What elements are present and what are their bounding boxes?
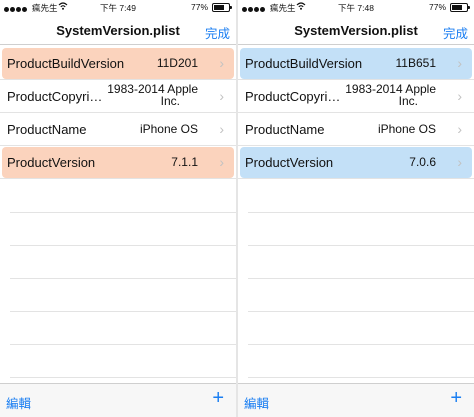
row-value-line1: 1983-2014 Apple	[107, 82, 198, 96]
empty-row-separator	[10, 311, 236, 312]
row-value: iPhone OS	[139, 122, 198, 136]
table-row[interactable]: ProductName iPhone OS ›	[238, 113, 474, 146]
empty-row-separator	[248, 344, 474, 345]
plus-icon[interactable]: +	[212, 388, 224, 408]
row-value: 11B651	[395, 56, 436, 70]
edit-button[interactable]: 編輯	[6, 393, 31, 412]
empty-row-separator	[10, 278, 236, 279]
empty-row-separator	[10, 212, 236, 213]
status-bar: 瘋先生 下午 7:48 77%	[238, 0, 474, 16]
plist-table: ProductBuildVersion 11B651 › ProductCopy…	[238, 47, 474, 179]
empty-row-separator	[10, 344, 236, 345]
bottom-toolbar: 編輯 +	[0, 383, 236, 417]
table-row[interactable]: ProductBuildVersion 11B651 ›	[238, 47, 474, 80]
status-bar: 瘋先生 下午 7:49 77%	[0, 0, 236, 16]
battery-percent: 77%	[190, 2, 208, 12]
empty-row-separator	[10, 245, 236, 246]
plist-table: ProductBuildVersion 11D201 › ProductCopy…	[0, 47, 236, 179]
row-value-line1: 1983-2014 Apple	[345, 82, 436, 96]
comparison-screenshot: 瘋先生 下午 7:49 77% SystemVersion.plist 完成 P…	[0, 0, 474, 417]
chevron-right-icon: ›	[457, 154, 462, 170]
edit-button[interactable]: 編輯	[244, 393, 269, 412]
empty-row-separator	[248, 212, 474, 213]
row-key: ProductName	[7, 122, 87, 137]
battery-percent: 77%	[428, 2, 446, 12]
row-key: ProductVersion	[7, 155, 96, 170]
navigation-bar: SystemVersion.plist 完成	[0, 16, 236, 45]
battery-icon	[450, 3, 470, 12]
chevron-right-icon: ›	[219, 88, 224, 104]
chevron-right-icon: ›	[457, 88, 462, 104]
row-key: ProductName	[245, 122, 325, 137]
left-phone-screen: 瘋先生 下午 7:49 77% SystemVersion.plist 完成 P…	[0, 0, 236, 417]
done-button[interactable]: 完成	[205, 23, 230, 42]
row-key: ProductBuildVersion	[245, 56, 363, 71]
bottom-toolbar: 編輯 +	[238, 383, 474, 417]
row-value: 1983-2014 Apple Inc.	[107, 83, 198, 107]
chevron-right-icon: ›	[219, 55, 224, 71]
chevron-right-icon: ›	[219, 154, 224, 170]
right-phone-screen: 瘋先生 下午 7:48 77% SystemVersion.plist 完成 P…	[238, 0, 474, 417]
row-key: ProductCopyri…	[7, 89, 103, 104]
row-value: 1983-2014 Apple Inc.	[345, 83, 436, 107]
empty-row-separator	[248, 377, 474, 378]
empty-row-separator	[248, 278, 474, 279]
row-value: 7.0.6	[409, 155, 436, 169]
plus-icon[interactable]: +	[450, 388, 462, 408]
row-key: ProductVersion	[245, 155, 334, 170]
chevron-right-icon: ›	[457, 55, 462, 71]
table-row[interactable]: ProductVersion 7.1.1 ›	[0, 146, 236, 179]
chevron-right-icon: ›	[457, 121, 462, 137]
row-value: 7.1.1	[171, 155, 198, 169]
table-row[interactable]: ProductBuildVersion 11D201 ›	[0, 47, 236, 80]
table-row[interactable]: ProductVersion 7.0.6 ›	[238, 146, 474, 179]
row-key: ProductCopyri…	[245, 89, 341, 104]
row-value-line2: Inc.	[398, 94, 418, 108]
chevron-right-icon: ›	[219, 121, 224, 137]
page-title: SystemVersion.plist	[294, 23, 418, 38]
battery-icon	[212, 3, 232, 12]
done-button[interactable]: 完成	[443, 23, 468, 42]
row-value: iPhone OS	[377, 122, 436, 136]
navigation-bar: SystemVersion.plist 完成	[238, 16, 474, 45]
page-title: SystemVersion.plist	[56, 23, 180, 38]
empty-row-separator	[248, 245, 474, 246]
row-key: ProductBuildVersion	[7, 56, 125, 71]
table-row[interactable]: ProductName iPhone OS ›	[0, 113, 236, 146]
row-value: 11D201	[156, 56, 198, 70]
empty-row-separator	[248, 311, 474, 312]
table-row[interactable]: ProductCopyri… 1983-2014 Apple Inc. ›	[0, 80, 236, 113]
empty-row-separator	[10, 377, 236, 378]
table-row[interactable]: ProductCopyri… 1983-2014 Apple Inc. ›	[238, 80, 474, 113]
row-value-line2: Inc.	[160, 94, 180, 108]
